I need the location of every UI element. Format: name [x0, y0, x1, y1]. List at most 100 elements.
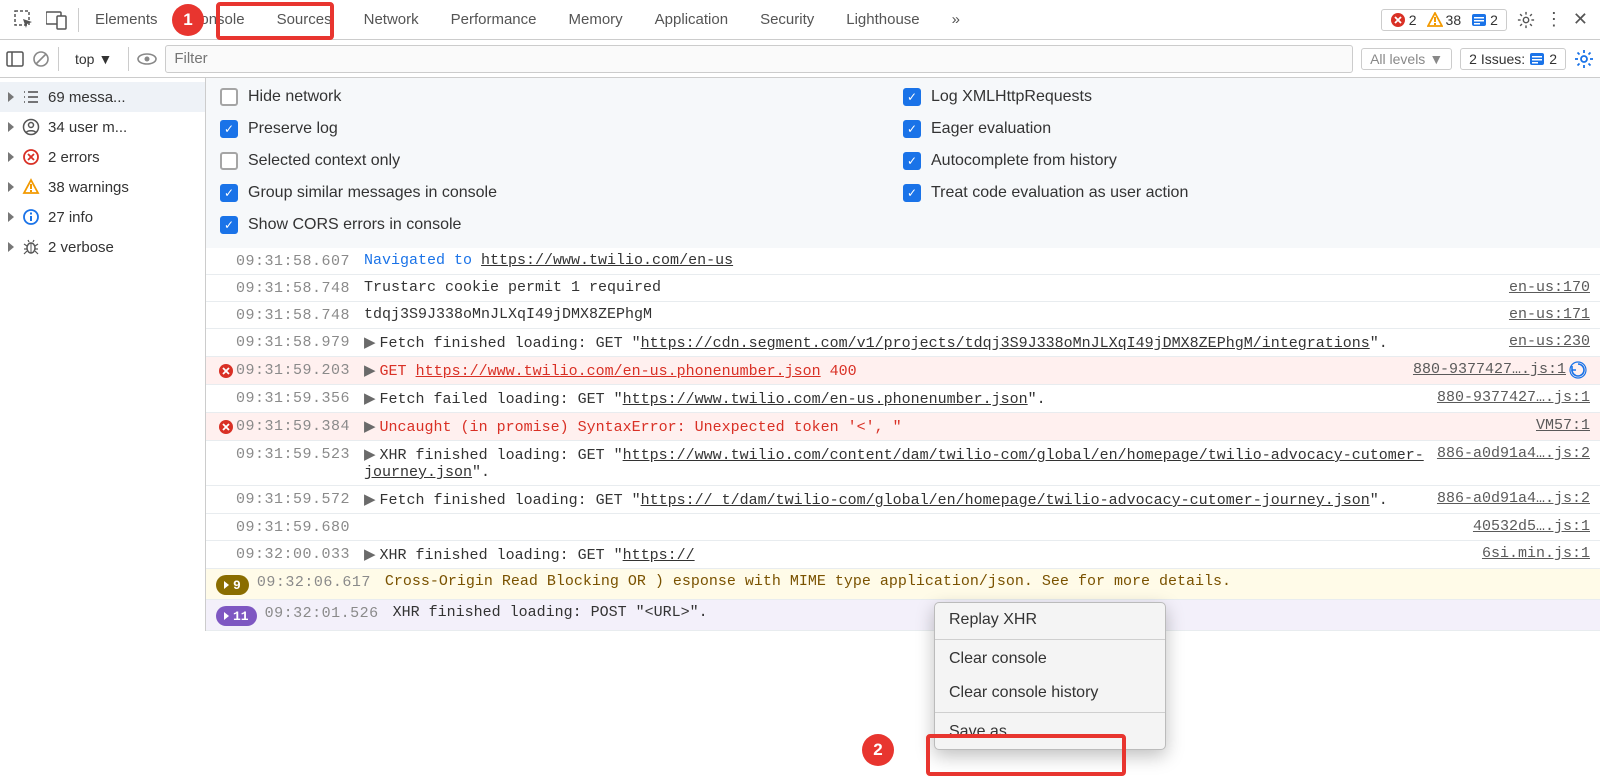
setting-autocomplete-from-history[interactable]: ✓ Autocomplete from history: [903, 152, 1586, 170]
settings-gear-icon[interactable]: [1517, 11, 1535, 29]
chevron-right-icon: [8, 92, 14, 102]
tab-sources[interactable]: Sources: [261, 0, 348, 39]
clear-console-icon[interactable]: [32, 50, 50, 68]
log-source-link[interactable]: en-us:170: [1499, 279, 1590, 296]
log-timestamp: 09:31:58.748: [236, 279, 364, 297]
log-row[interactable]: 09:31:59.203▶GET https://www.twilio.com/…: [206, 357, 1600, 385]
checkbox-icon: ✓: [903, 152, 921, 170]
row-status-icon: [216, 361, 236, 379]
setting-preserve-log[interactable]: ✓Preserve log: [220, 120, 903, 138]
sidebar-item-errors[interactable]: 2 errors: [0, 142, 205, 172]
bug-icon: [22, 238, 40, 256]
log-levels-selector[interactable]: All levels ▼: [1361, 48, 1452, 70]
warn-icon: [22, 178, 40, 196]
inspect-element-icon[interactable]: [14, 10, 34, 30]
log-message: Cross-Origin Read Blocking OR ) esponse …: [385, 573, 1590, 590]
row-status-icon: [216, 333, 236, 335]
log-source-link[interactable]: 6si.min.js:1: [1472, 545, 1590, 562]
log-message: Trustarc cookie permit 1 required: [364, 279, 1499, 296]
row-status-icon: 9: [216, 573, 257, 595]
setting-label: Log XMLHttpRequests: [931, 88, 1092, 106]
ctx-separator: [935, 712, 1165, 713]
log-timestamp: 09:31:59.356: [236, 389, 364, 407]
setting-label: Autocomplete from history: [931, 152, 1117, 170]
toggle-sidebar-icon[interactable]: [6, 50, 24, 68]
log-message: ▶XHR finished loading: GET "https://www.…: [364, 445, 1427, 481]
sidebar-item-label: 34 user m...: [48, 119, 127, 136]
sidebar-item-user-messages[interactable]: 34 user m...: [0, 112, 205, 142]
device-toolbar-icon[interactable]: [46, 10, 68, 30]
log-source-link[interactable]: 880-9377427….js:1: [1427, 389, 1590, 406]
row-status-icon: [216, 306, 236, 308]
sidebar-item-label: 27 info: [48, 209, 93, 226]
log-row[interactable]: 09:31:59.356▶Fetch failed loading: GET "…: [206, 385, 1600, 413]
refresh-icon[interactable]: [1566, 361, 1590, 379]
log-row[interactable]: 09:31:58.748Trustarc cookie permit 1 req…: [206, 275, 1600, 302]
context-selector[interactable]: top ▼: [67, 49, 120, 69]
setting-log-xmlhttprequests[interactable]: ✓ Log XMLHttpRequests: [903, 88, 1586, 106]
ctx-replay-xhr[interactable]: Replay XHR: [935, 603, 1165, 637]
tab-lighthouse[interactable]: Lighthouse: [830, 0, 935, 39]
messages-count: 2: [1490, 12, 1498, 28]
log-source-link[interactable]: 886-a0d91a4….js:2: [1427, 445, 1590, 462]
log-source-link[interactable]: en-us:171: [1499, 306, 1590, 323]
log-source-link[interactable]: en-us:230: [1499, 333, 1590, 350]
tab-security[interactable]: Security: [744, 0, 830, 39]
log-source-link[interactable]: VM57:1: [1526, 417, 1590, 434]
row-status-icon: [216, 518, 236, 520]
ctx-clear-console[interactable]: Clear console: [935, 642, 1165, 676]
log-row[interactable]: 09:31:59.523▶XHR finished loading: GET "…: [206, 441, 1600, 486]
console-settings-panel: Hide network ✓Preserve log Selected contex…: [206, 78, 1600, 248]
tab-performance[interactable]: Performance: [435, 0, 553, 39]
log-row[interactable]: 1109:32:01.526XHR finished loading: POST…: [206, 600, 1600, 631]
setting-group-similar-messages-in-console[interactable]: ✓Group similar messages in console: [220, 184, 903, 202]
tab-network[interactable]: Network: [348, 0, 435, 39]
tab-elements[interactable]: Elements: [79, 0, 174, 39]
setting-show-cors-errors-in-console[interactable]: ✓Show CORS errors in console: [220, 216, 903, 234]
console-settings-gear-icon[interactable]: [1574, 49, 1594, 69]
info-icon: [22, 208, 40, 226]
status-counts[interactable]: 2 38 2: [1381, 9, 1507, 31]
log-source-link[interactable]: 886-a0d91a4….js:2: [1427, 490, 1590, 507]
log-row[interactable]: 09:31:58.607Navigated to https://www.twi…: [206, 248, 1600, 275]
errors-count: 2: [1409, 12, 1417, 28]
sidebar-item-info[interactable]: 27 info: [0, 202, 205, 232]
live-expression-icon[interactable]: [137, 52, 157, 66]
ctx-save-as[interactable]: Save as…: [935, 715, 1165, 749]
log-timestamp: 09:31:59.384: [236, 417, 364, 435]
row-status-icon: [216, 252, 236, 254]
setting-label: Hide network: [248, 88, 341, 106]
checkbox-icon: [220, 152, 238, 170]
setting-hide-network[interactable]: Hide network: [220, 88, 903, 106]
setting-selected-context-only[interactable]: Selected context only: [220, 152, 903, 170]
filter-input[interactable]: [165, 45, 1353, 73]
setting-treat-code-evaluation-as-user-action[interactable]: ✓Treat code evaluation as user action: [903, 184, 1586, 202]
log-row[interactable]: 09:31:59.68040532d5….js:1: [206, 514, 1600, 541]
kebab-menu-icon[interactable]: ⋮: [1545, 9, 1563, 30]
checkbox-icon: ✓: [903, 88, 921, 106]
more-tabs-icon[interactable]: »: [936, 0, 976, 39]
setting-eager-evaluation[interactable]: ✓Eager evaluation: [903, 120, 1586, 138]
checkbox-icon: ✓: [220, 120, 238, 138]
setting-label: Group similar messages in console: [248, 184, 497, 202]
sidebar-item-warnings[interactable]: 38 warnings: [0, 172, 205, 202]
log-row[interactable]: 09:31:58.748tdqj3S9J338oMnJLXqI49jDMX8ZE…: [206, 302, 1600, 329]
tab-memory[interactable]: Memory: [553, 0, 639, 39]
log-row[interactable]: 09:31:59.572▶Fetch finished loading: GET…: [206, 486, 1600, 514]
log-row[interactable]: 09:31:58.979▶Fetch finished loading: GET…: [206, 329, 1600, 357]
log-row[interactable]: 09:32:00.033▶XHR finished loading: GET "…: [206, 541, 1600, 569]
user-icon: [22, 118, 40, 136]
log-source-link[interactable]: 40532d5….js:1: [1463, 518, 1590, 535]
checkbox-icon: ✓: [903, 184, 921, 202]
log-source-link[interactable]: 880-9377427….js:1: [1403, 361, 1566, 378]
issues-chip[interactable]: 2 Issues: 2: [1460, 48, 1566, 70]
log-row[interactable]: 909:32:06.617Cross-Origin Read Blocking …: [206, 569, 1600, 600]
context-menu: Replay XHR Clear console Clear console h…: [934, 602, 1166, 750]
sidebar-item-messages[interactable]: 69 messa...: [0, 82, 205, 112]
close-devtools-icon[interactable]: ✕: [1573, 9, 1588, 30]
sidebar-item-verbose[interactable]: 2 verbose: [0, 232, 205, 262]
tab-application[interactable]: Application: [639, 0, 744, 39]
ctx-clear-history[interactable]: Clear console history: [935, 676, 1165, 710]
log-row[interactable]: 09:31:59.384▶Uncaught (in promise) Synta…: [206, 413, 1600, 441]
sidebar-item-label: 2 errors: [48, 149, 100, 166]
